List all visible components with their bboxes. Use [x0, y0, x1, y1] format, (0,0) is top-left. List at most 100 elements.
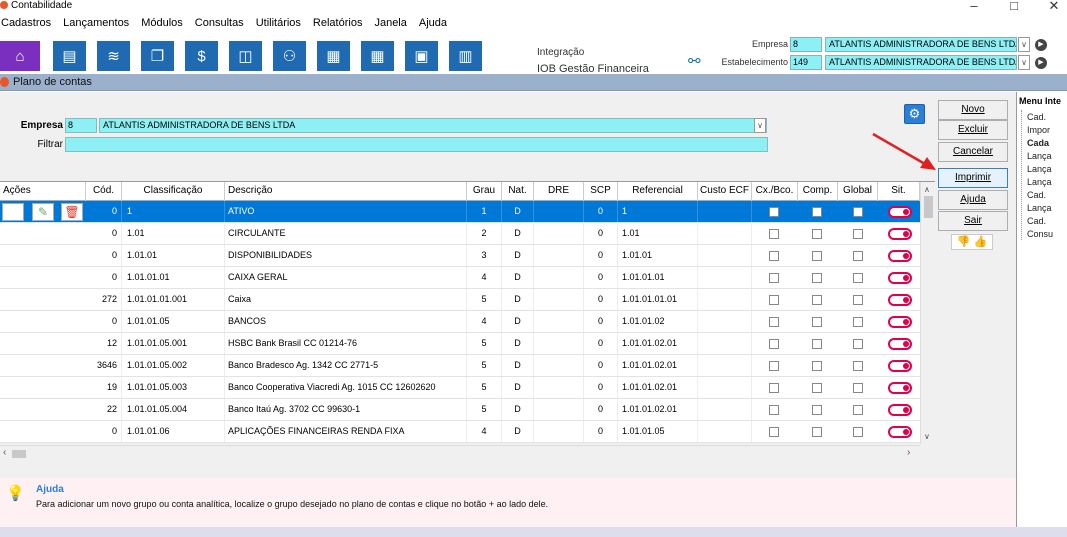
plus-circle-icon[interactable]: ⊕	[2, 203, 24, 221]
cx-bco-checkbox[interactable]	[769, 383, 779, 393]
cx-bco-checkbox[interactable]	[769, 405, 779, 415]
maximize-button[interactable]: □	[1004, 0, 1024, 13]
menu-integrado-item[interactable]: Cad.	[1027, 112, 1046, 122]
thumbs-down-icon[interactable]: 👎	[957, 236, 971, 248]
go-icon[interactable]: ▶	[1035, 57, 1047, 69]
cx-bco-checkbox[interactable]	[769, 207, 779, 217]
menu-integrado-item[interactable]: Cad.	[1027, 216, 1046, 226]
toolbar-empresa-name[interactable]: ATLANTIS ADMINISTRADORA DE BENS LTDA	[825, 37, 1017, 52]
cx-bco-checkbox[interactable]	[769, 317, 779, 327]
comp-checkbox[interactable]	[812, 207, 822, 217]
situation-toggle[interactable]	[888, 250, 912, 262]
menu-relatorios[interactable]: Relatórios	[312, 17, 364, 29]
calendar-grid-icon[interactable]: ▦	[361, 41, 394, 71]
comp-checkbox[interactable]	[812, 405, 822, 415]
col-descricao[interactable]: Descrição	[225, 182, 467, 201]
situation-toggle[interactable]	[888, 228, 912, 240]
menu-lancamentos[interactable]: Lançamentos	[62, 17, 130, 29]
situation-toggle[interactable]	[888, 338, 912, 350]
menu-integrado-item[interactable]: Lança	[1027, 164, 1052, 174]
table-row[interactable]: 19 1.01.01.05.003 Banco Cooperativa Viacre…	[0, 377, 920, 399]
stack-icon[interactable]: ≋	[97, 41, 130, 71]
trash-icon[interactable]: 🗑	[61, 203, 83, 221]
global-checkbox[interactable]	[853, 405, 863, 415]
situation-toggle[interactable]	[888, 382, 912, 394]
chevron-down-icon[interactable]: ∨	[1018, 55, 1030, 70]
scroll-right-icon[interactable]: ›	[907, 447, 910, 458]
chart-icon[interactable]: ▥	[449, 41, 482, 71]
situation-toggle[interactable]	[888, 294, 912, 306]
global-checkbox[interactable]	[853, 339, 863, 349]
table-row[interactable]: 0 1.01.01.06 APLICAÇÕES FINANCEIRAS RENDA …	[0, 421, 920, 443]
col-sit[interactable]: Sit.	[878, 182, 920, 201]
people-icon[interactable]: ⚇	[273, 41, 306, 71]
table-row[interactable]: 0 1.01.01 DISPONIBILIDADES 3 D 0 1.01.01	[0, 245, 920, 267]
gear-icon[interactable]: ⚙	[904, 104, 925, 124]
menu-ajuda[interactable]: Ajuda	[418, 17, 448, 29]
cx-bco-checkbox[interactable]	[769, 339, 779, 349]
excluir-button[interactable]: Excluir	[938, 120, 1008, 140]
scroll-down-icon[interactable]: ∨	[924, 432, 930, 441]
invoice-icon[interactable]: ▣	[405, 41, 438, 71]
close-button[interactable]: ✕	[1044, 0, 1064, 14]
toolbar-estab-name[interactable]: ATLANTIS ADMINISTRADORA DE BENS LTDA	[825, 55, 1017, 70]
toolbar-estab-code[interactable]: 149	[790, 55, 822, 70]
menu-integrado-item[interactable]: Consu	[1027, 229, 1053, 239]
global-checkbox[interactable]	[853, 251, 863, 261]
situation-toggle[interactable]	[888, 404, 912, 416]
vertical-scrollbar[interactable]: ∧ ∨	[920, 182, 935, 444]
menu-integrado-item[interactable]: Lança	[1027, 151, 1052, 161]
empresa-code-field[interactable]: 8	[65, 118, 97, 133]
col-grau[interactable]: Grau	[467, 182, 502, 201]
menu-integrado-item[interactable]: Lança	[1027, 203, 1052, 213]
menu-integrado-item[interactable]: Cada	[1027, 138, 1049, 148]
horizontal-scrollbar[interactable]: ‹ ›	[0, 445, 920, 461]
toolbar-empresa-code[interactable]: 8	[790, 37, 822, 52]
table-row[interactable]: 3646 1.01.01.05.002 Banco Bradesco Ag. 134…	[0, 355, 920, 377]
situation-toggle[interactable]	[888, 272, 912, 284]
col-referencial[interactable]: Referencial	[618, 182, 698, 201]
comp-checkbox[interactable]	[812, 273, 822, 283]
chevron-down-icon[interactable]: ∨	[1018, 37, 1030, 52]
scroll-thumb[interactable]	[12, 450, 26, 458]
filtrar-field[interactable]	[65, 137, 768, 152]
col-global[interactable]: Global	[838, 182, 878, 201]
table-row[interactable]: 0 1.01.01.05 BANCOS 4 D 0 1.01.01.02	[0, 311, 920, 333]
menu-utilitarios[interactable]: Utilitários	[255, 17, 302, 29]
global-checkbox[interactable]	[853, 207, 863, 217]
comp-checkbox[interactable]	[812, 317, 822, 327]
global-checkbox[interactable]	[853, 229, 863, 239]
comp-checkbox[interactable]	[812, 251, 822, 261]
bell-icon[interactable]: ⌂	[0, 41, 40, 71]
document-icon[interactable]: ▤	[53, 41, 86, 71]
col-custo-ecf[interactable]: Custo ECF	[698, 182, 752, 201]
col-acoes[interactable]: Ações	[0, 182, 86, 201]
copy-icon[interactable]: ❐	[141, 41, 174, 71]
cx-bco-checkbox[interactable]	[769, 427, 779, 437]
col-cod[interactable]: Cód.	[86, 182, 122, 201]
global-checkbox[interactable]	[853, 295, 863, 305]
money-icon[interactable]: $	[185, 41, 218, 71]
table-row[interactable]: 272 1.01.01.01.001 Caixa 5 D 0 1.01.01.01.01	[0, 289, 920, 311]
cx-bco-checkbox[interactable]	[769, 295, 779, 305]
comp-checkbox[interactable]	[812, 361, 822, 371]
edit-icon[interactable]: ✎	[32, 203, 54, 221]
menu-consultas[interactable]: Consultas	[194, 17, 245, 29]
cx-bco-checkbox[interactable]	[769, 229, 779, 239]
scroll-thumb[interactable]	[924, 196, 933, 218]
menu-modulos[interactable]: Módulos	[140, 17, 184, 29]
col-dre[interactable]: DRE	[534, 182, 584, 201]
table-row[interactable]: ⊕ ✎ 🗑 0 1 ATIVO 1 D 0 1	[0, 201, 920, 223]
situation-toggle[interactable]	[888, 316, 912, 328]
chevron-down-icon[interactable]: ∨	[754, 118, 766, 133]
go-icon[interactable]: ▶	[1035, 39, 1047, 51]
cx-bco-checkbox[interactable]	[769, 273, 779, 283]
situation-toggle[interactable]	[888, 206, 912, 218]
menu-cadastros[interactable]: Cadastros	[0, 17, 52, 29]
cx-bco-checkbox[interactable]	[769, 251, 779, 261]
imprimir-button[interactable]: Imprimir	[938, 168, 1008, 188]
global-checkbox[interactable]	[853, 427, 863, 437]
empresa-name-field[interactable]: ATLANTIS ADMINISTRADORA DE BENS LTDA	[99, 118, 767, 133]
global-checkbox[interactable]	[853, 317, 863, 327]
situation-toggle[interactable]	[888, 426, 912, 438]
